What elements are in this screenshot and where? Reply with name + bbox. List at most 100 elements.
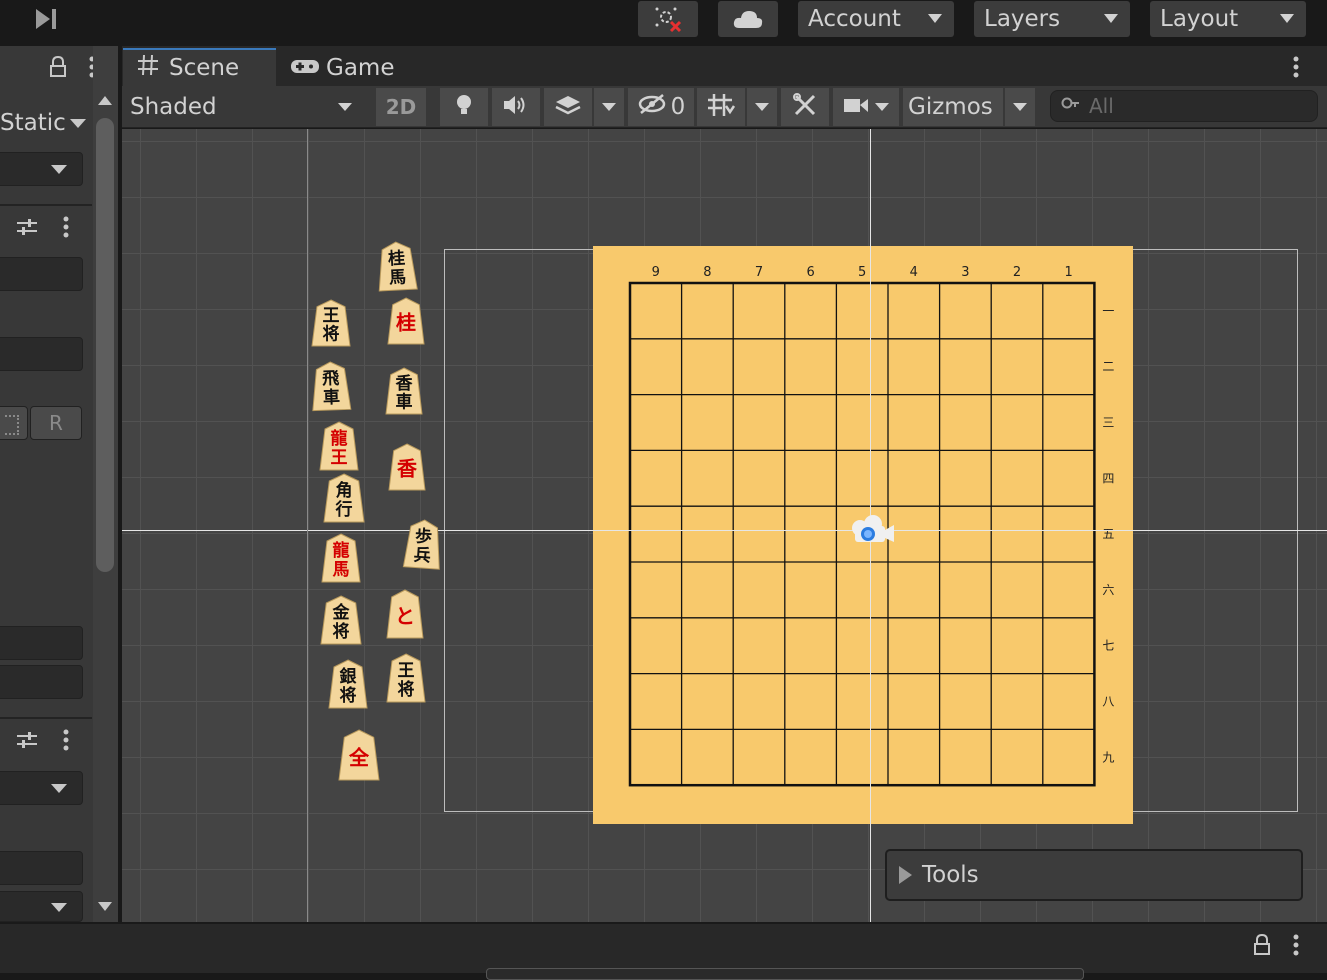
layout-label: Layout [1160, 6, 1239, 32]
chevron-down-icon [69, 118, 86, 128]
kebab-menu-icon[interactable] [1292, 56, 1300, 78]
chevron-down-icon [1104, 14, 1118, 23]
piece-character: 将 [398, 679, 415, 700]
gizmos-toggle[interactable]: Gizmos [903, 88, 1003, 126]
foldout-triangle-icon[interactable] [899, 866, 912, 884]
dropdown-field[interactable] [0, 771, 83, 805]
gamepad-icon [290, 55, 320, 81]
axis-line-vertical-secondary [307, 129, 308, 922]
text-field[interactable] [0, 257, 83, 291]
cloud-icon[interactable] [718, 1, 778, 37]
lock-icon[interactable] [1253, 933, 1271, 956]
tab-game[interactable]: Game [290, 50, 394, 86]
sliders-icon[interactable] [15, 215, 39, 239]
static-toggle[interactable]: Static [0, 108, 86, 138]
tools-toggle[interactable] [781, 88, 829, 126]
scroll-up-arrow-icon[interactable] [98, 96, 112, 105]
hidden-count: 0 [670, 94, 686, 120]
layers-label: Layers [984, 6, 1061, 32]
text-field[interactable] [0, 665, 83, 699]
scene-search-field[interactable]: All [1050, 90, 1318, 122]
dotted-square-icon [5, 415, 19, 435]
shogi-piece-fuhyo[interactable]: 歩兵 [402, 518, 443, 571]
draw-mode-dropdown[interactable]: Shaded [122, 88, 366, 126]
video-camera-icon [843, 96, 869, 118]
shogi-piece-kei-promoted[interactable]: 桂 [387, 297, 425, 345]
grid-toggle[interactable] [697, 88, 745, 126]
piece-character: 兵 [413, 544, 431, 566]
shogi-piece-gin-promoted[interactable]: 全 [338, 729, 380, 781]
tools-overlay[interactable]: Tools [885, 849, 1303, 901]
text-field[interactable] [0, 337, 83, 371]
inspector-scrollbar[interactable] [93, 46, 118, 922]
rank-label: 二 [1102, 360, 1114, 374]
scroll-thumb[interactable] [96, 118, 114, 572]
grid-hash-icon [137, 54, 159, 82]
kebab-menu-icon[interactable] [62, 216, 70, 238]
kebab-menu-icon[interactable] [62, 729, 70, 751]
lock-icon[interactable] [49, 55, 67, 78]
piece-character: 銀 [340, 666, 357, 687]
sliders-icon[interactable] [15, 728, 39, 752]
piece-character: 香 [397, 457, 418, 481]
effects-toggle[interactable] [544, 88, 592, 126]
piece-character: 車 [396, 391, 413, 412]
shogi-piece-kyosha[interactable]: 香車 [385, 367, 423, 415]
piece-character: 香 [396, 374, 413, 394]
tab-scene[interactable]: Scene [123, 48, 276, 86]
shogi-piece-osho-1[interactable]: 王将 [311, 299, 351, 347]
draw-mode-label: Shaded [130, 94, 217, 120]
axis-line-horizontal [122, 530, 1327, 531]
shogi-piece-ryuma[interactable]: 龍馬 [321, 533, 361, 583]
gizmos-dropdown[interactable] [1005, 88, 1035, 126]
piece-character: 将 [333, 621, 350, 642]
kebab-menu-icon[interactable] [1292, 934, 1300, 956]
piece-character: 将 [323, 323, 340, 344]
text-field[interactable] [0, 626, 83, 660]
tag-dropdown[interactable] [0, 152, 83, 186]
layers-dropdown[interactable]: Layers [974, 1, 1130, 37]
camera-gizmo-icon[interactable] [847, 514, 897, 548]
shogi-piece-ryuo[interactable]: 龍王 [319, 421, 359, 471]
effects-dropdown[interactable] [594, 88, 624, 126]
collab-services-icon[interactable] [638, 1, 698, 37]
step-forward-icon[interactable] [33, 7, 59, 31]
audio-toggle[interactable] [492, 88, 540, 126]
camera-settings[interactable] [833, 88, 899, 126]
hidden-objects-toggle[interactable]: 0 [628, 88, 694, 126]
rank-label: 九 [1102, 750, 1114, 764]
shogi-piece-keima[interactable]: 桂馬 [376, 240, 419, 292]
inspector-panel: Static R [0, 46, 118, 922]
shogi-piece-kinsho[interactable]: 金将 [320, 595, 362, 645]
search-field-edge[interactable] [486, 968, 1084, 980]
shogi-piece-tokin[interactable]: と [386, 589, 424, 639]
piece-character: 桂 [395, 311, 416, 335]
grid-dropdown[interactable] [747, 88, 777, 126]
dropdown-field[interactable] [0, 891, 83, 922]
shogi-piece-kyo-promoted[interactable]: 香 [388, 443, 426, 491]
file-label: 8 [703, 265, 711, 280]
r-button[interactable]: R [30, 406, 82, 440]
shogi-piece-kakugyo[interactable]: 角行 [323, 473, 365, 523]
2d-toggle-button[interactable]: 2D [376, 88, 426, 126]
scene-viewport[interactable]: 987654321一二三四五六七八九 桂馬王将桂飛車香車龍王香角行歩兵龍馬と金将… [122, 129, 1327, 922]
layout-dropdown[interactable]: Layout [1150, 1, 1306, 37]
text-field[interactable] [0, 851, 83, 885]
account-dropdown[interactable]: Account [798, 1, 954, 37]
chevron-down-icon [1013, 103, 1027, 111]
shogi-piece-osho-2[interactable]: 王将 [386, 653, 426, 703]
shogi-piece-hisha[interactable]: 飛車 [310, 360, 352, 412]
r-button-label: R [49, 411, 63, 435]
piece-character: 全 [348, 745, 370, 769]
gizmos-label: Gizmos [908, 94, 993, 120]
bottom-panel-header [0, 922, 1327, 980]
constraint-toggle[interactable] [0, 406, 28, 440]
file-label: 3 [961, 265, 969, 280]
eye-slash-icon [637, 93, 667, 121]
shogi-piece-ginsho[interactable]: 銀将 [328, 659, 368, 709]
lighting-toggle[interactable] [440, 88, 488, 126]
search-icon [1061, 96, 1081, 116]
piece-character: 龍 [333, 540, 350, 561]
grid-snap-icon [706, 92, 736, 122]
scroll-down-arrow-icon[interactable] [98, 902, 112, 911]
